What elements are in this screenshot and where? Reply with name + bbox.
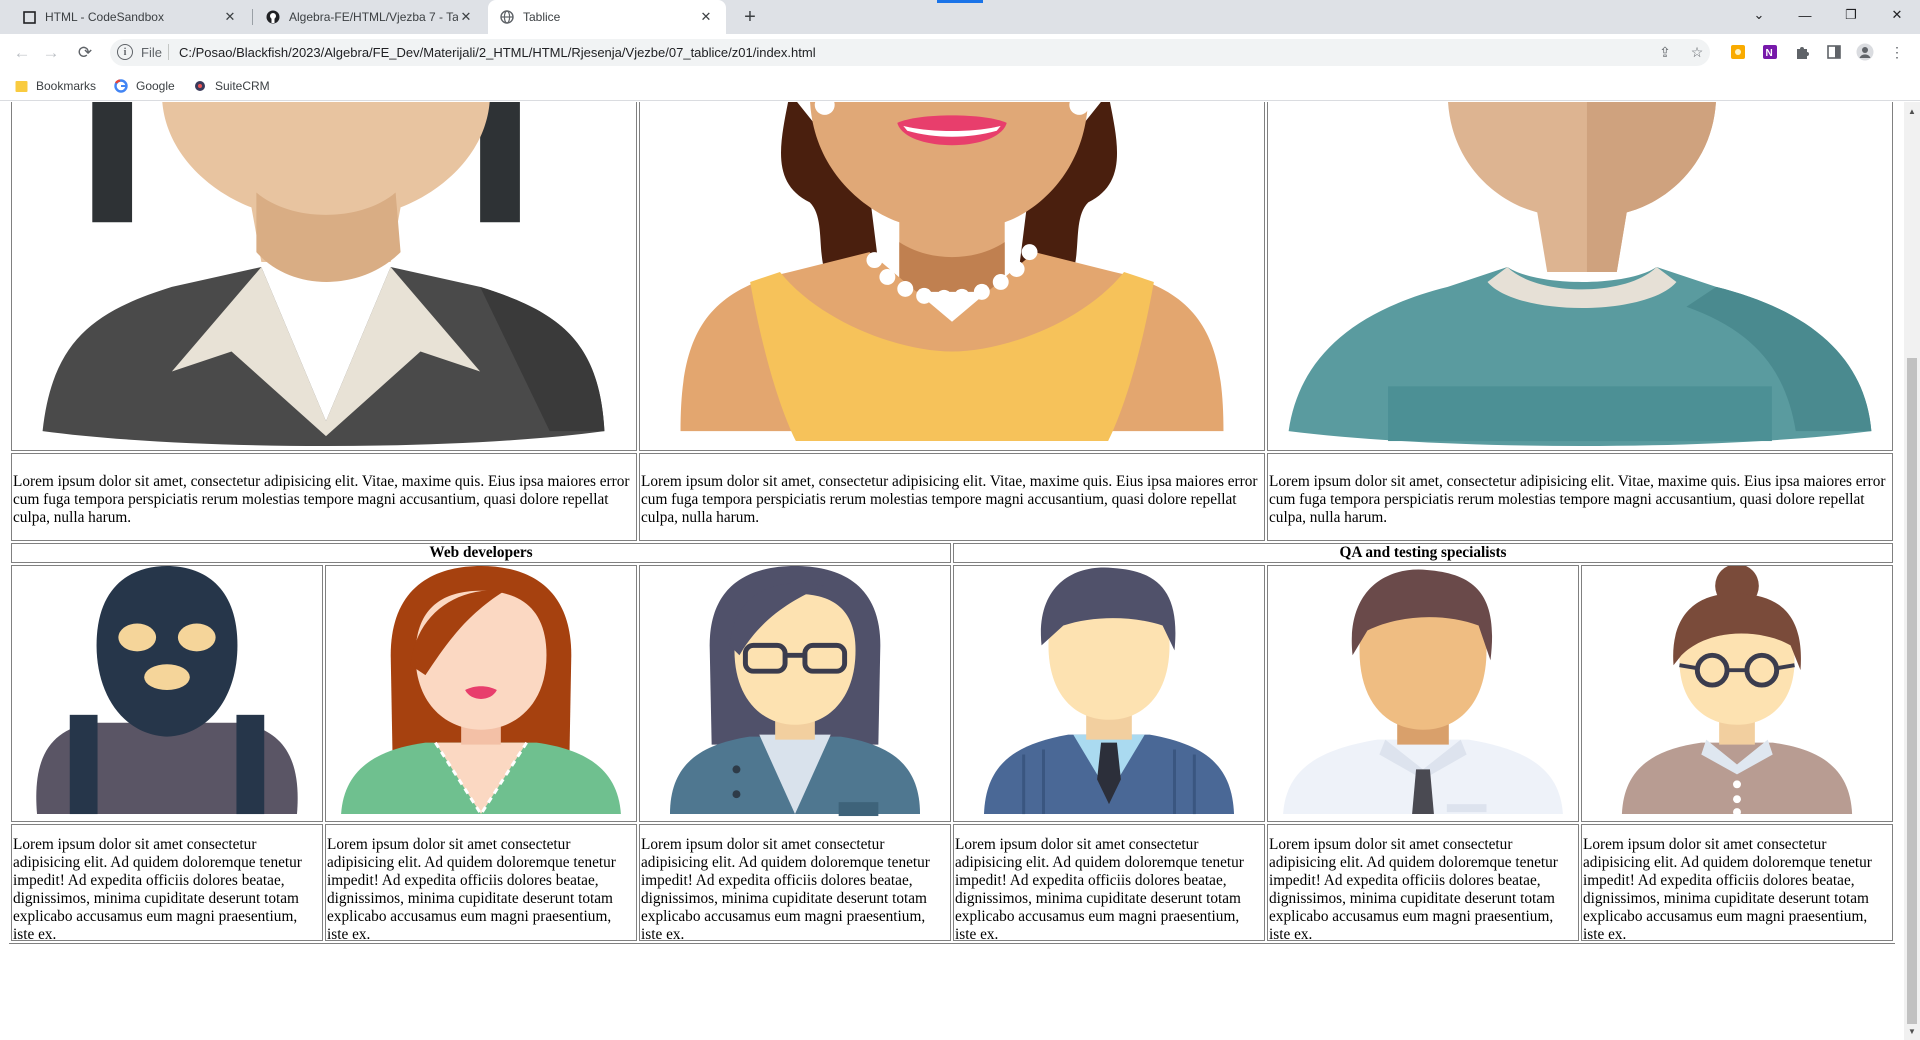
- side-panel-icon[interactable]: [1825, 43, 1843, 61]
- back-arrow-icon[interactable]: ←: [9, 40, 35, 66]
- avatar-cell-teal-man: [1267, 102, 1893, 451]
- onenote-icon[interactable]: N: [1761, 43, 1779, 61]
- extension-yellow-icon[interactable]: [1729, 43, 1747, 61]
- close-tab-icon[interactable]: ✕: [458, 9, 474, 25]
- avatar-cell: [953, 565, 1265, 822]
- bookmark-star-icon[interactable]: ☆: [1688, 43, 1706, 61]
- woman-glasses-bun-avatar: [1621, 566, 1853, 817]
- man-vest-tie-avatar: [983, 567, 1235, 815]
- new-tab-button[interactable]: +: [737, 4, 763, 30]
- github-icon: [266, 10, 280, 24]
- avatar-cell-businesswoman: [11, 102, 637, 451]
- group-header-cell: QA and testing specialists: [953, 543, 1893, 563]
- group-header-web-developers: Web developers: [429, 544, 533, 561]
- site-info-icon[interactable]: i: [117, 44, 133, 60]
- woman-pearl-necklace-avatar: [680, 102, 1224, 442]
- cell-paragraph: Lorem ipsum dolor sit amet consectetur a…: [1269, 836, 1558, 943]
- cell-paragraph: Lorem ipsum dolor sit amet consectetur a…: [327, 836, 616, 943]
- close-window-button[interactable]: ✕: [1874, 0, 1920, 30]
- page-content: Lorem ipsum dolor sit amet, consectetur …: [0, 102, 1904, 1040]
- codesandbox-icon: [22, 10, 36, 24]
- bookmark-label: SuiteCRM: [215, 79, 270, 93]
- svg-text:N: N: [1766, 48, 1773, 59]
- scroll-down-arrow-icon[interactable]: ▼: [1904, 1024, 1920, 1038]
- tab-search-dropdown-icon[interactable]: ⌄: [1736, 0, 1782, 30]
- suitecrm-icon: [193, 79, 207, 93]
- cell-paragraph: Lorem ipsum dolor sit amet, consectetur …: [1269, 473, 1886, 526]
- folder-icon: [14, 79, 28, 93]
- table-border: [9, 943, 1895, 944]
- avatar-cell: [1267, 565, 1579, 822]
- cell-paragraph: Lorem ipsum dolor sit amet, consectetur …: [641, 473, 1258, 526]
- man-shirt-tie-avatar: [1283, 569, 1563, 815]
- extensions-puzzle-icon[interactable]: [1793, 43, 1811, 61]
- text-cell: Lorem ipsum dolor sit amet consectetur a…: [325, 824, 637, 943]
- bookmark-suitecrm[interactable]: SuiteCRM: [193, 77, 270, 95]
- minimize-button[interactable]: —: [1782, 0, 1828, 30]
- text-cell: Lorem ipsum dolor sit amet consectetur a…: [1267, 824, 1579, 943]
- group-header-cell: Web developers: [11, 543, 951, 563]
- forward-arrow-icon[interactable]: →: [38, 40, 64, 66]
- tab-separator: [252, 9, 253, 25]
- profile-avatar-icon[interactable]: [1856, 43, 1874, 61]
- text-cell: Lorem ipsum dolor sit amet, consectetur …: [11, 453, 637, 541]
- scroll-up-arrow-icon[interactable]: ▲: [1904, 104, 1920, 118]
- businesswoman-avatar: [42, 102, 605, 447]
- window-indicator: [937, 0, 983, 3]
- bookmark-google[interactable]: Google: [114, 77, 175, 95]
- cell-paragraph: Lorem ipsum dolor sit amet consectetur a…: [955, 836, 1244, 943]
- google-icon: [114, 79, 128, 93]
- bookmarks-bar: [0, 71, 1920, 101]
- text-cell: Lorem ipsum dolor sit amet consectetur a…: [11, 824, 323, 943]
- avatar-cell: [325, 565, 637, 822]
- tab-tablice[interactable]: Tablice ✕: [488, 0, 726, 34]
- scrollbar-thumb[interactable]: [1907, 358, 1917, 1024]
- bookmark-label: Google: [136, 79, 175, 93]
- tab-title: Algebra-FE/HTML/Vjezba 7 - Tab: [289, 10, 458, 24]
- tab-codesandbox[interactable]: HTML - CodeSandbox ✕: [10, 0, 250, 34]
- bookmark-label: Bookmarks: [36, 79, 97, 93]
- masked-person-avatar: [36, 566, 298, 815]
- text-cell: Lorem ipsum dolor sit amet consectetur a…: [953, 824, 1265, 943]
- text-cell: Lorem ipsum dolor sit amet consectetur a…: [1581, 824, 1893, 943]
- avatar-cell: [1581, 565, 1893, 822]
- man-teal-sweater-avatar: [1288, 102, 1872, 447]
- avatar-cell: [639, 565, 951, 822]
- tab-title: Tablice: [523, 10, 561, 24]
- woman-glasses-blazer-avatar: [669, 566, 921, 817]
- url-text[interactable]: C:/Posao/Blackfish/2023/Algebra/FE_Dev/M…: [179, 45, 816, 60]
- close-tab-icon[interactable]: ✕: [698, 9, 714, 25]
- cell-paragraph: Lorem ipsum dolor sit amet consectetur a…: [13, 836, 302, 943]
- close-tab-icon[interactable]: ✕: [222, 9, 238, 25]
- more-menu-icon[interactable]: ⋮: [1888, 43, 1906, 61]
- cell-paragraph: Lorem ipsum dolor sit amet, consectetur …: [13, 473, 630, 526]
- cell-paragraph: Lorem ipsum dolor sit amet consectetur a…: [641, 836, 930, 943]
- text-cell: Lorem ipsum dolor sit amet consectetur a…: [639, 824, 951, 943]
- file-scheme-label: File: [141, 45, 162, 60]
- tab-github[interactable]: Algebra-FE/HTML/Vjezba 7 - Tab ✕: [254, 0, 486, 34]
- reload-icon[interactable]: ⟳: [72, 40, 98, 66]
- bookmark-bookmarks[interactable]: Bookmarks: [14, 77, 96, 95]
- omnibox-separator: [168, 44, 169, 60]
- text-cell: Lorem ipsum dolor sit amet, consectetur …: [1267, 453, 1893, 541]
- redhead-woman-avatar: [341, 566, 621, 817]
- group-header-qa-specialists: QA and testing specialists: [1339, 544, 1507, 561]
- cell-paragraph: Lorem ipsum dolor sit amet consectetur a…: [1583, 836, 1872, 943]
- avatar-cell: [11, 565, 323, 822]
- avatar-cell-pearl-woman: [639, 102, 1265, 451]
- tab-title: HTML - CodeSandbox: [45, 10, 164, 24]
- share-icon[interactable]: ⇪: [1656, 43, 1674, 61]
- restore-button[interactable]: ❐: [1828, 0, 1874, 30]
- globe-icon: [500, 10, 514, 24]
- text-cell: Lorem ipsum dolor sit amet, consectetur …: [639, 453, 1265, 541]
